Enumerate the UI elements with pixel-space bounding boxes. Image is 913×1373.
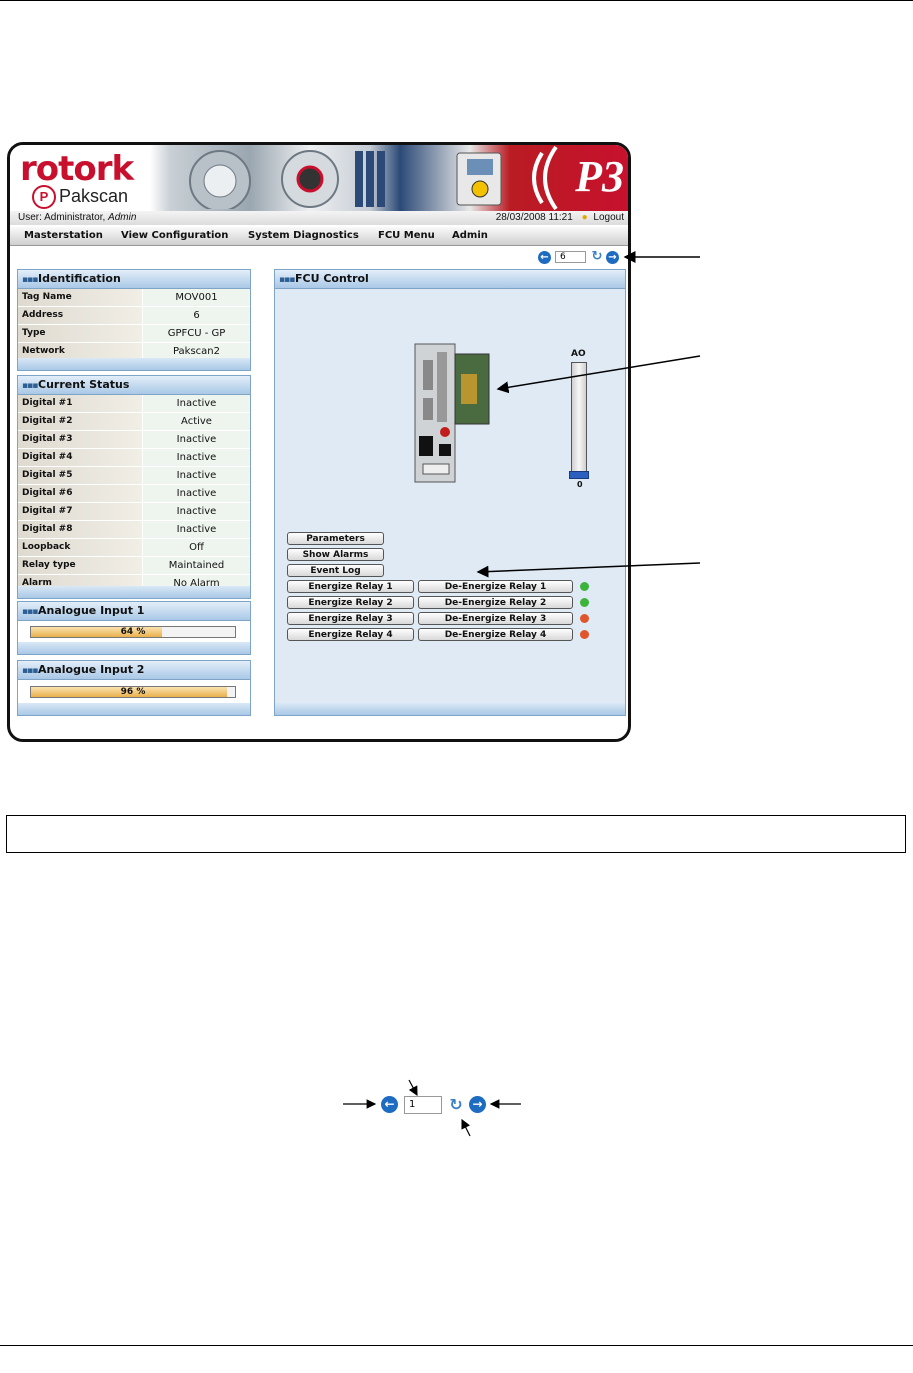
detail-next-button[interactable]: → — [469, 1096, 486, 1113]
detail-input-arrow — [408, 1079, 418, 1097]
fcu-image-arrow — [496, 355, 701, 394]
caption-box — [6, 815, 906, 853]
callout-arrows — [343, 251, 701, 1137]
buttons-arrow — [476, 562, 701, 578]
detail-previous-button[interactable]: ← — [381, 1096, 398, 1113]
detail-refresh-arrow — [461, 1118, 471, 1137]
bottom-rule — [0, 1345, 913, 1346]
detail-address-input[interactable]: 1 — [404, 1096, 442, 1114]
detail-refresh-icon[interactable]: ↻ — [447, 1096, 465, 1114]
